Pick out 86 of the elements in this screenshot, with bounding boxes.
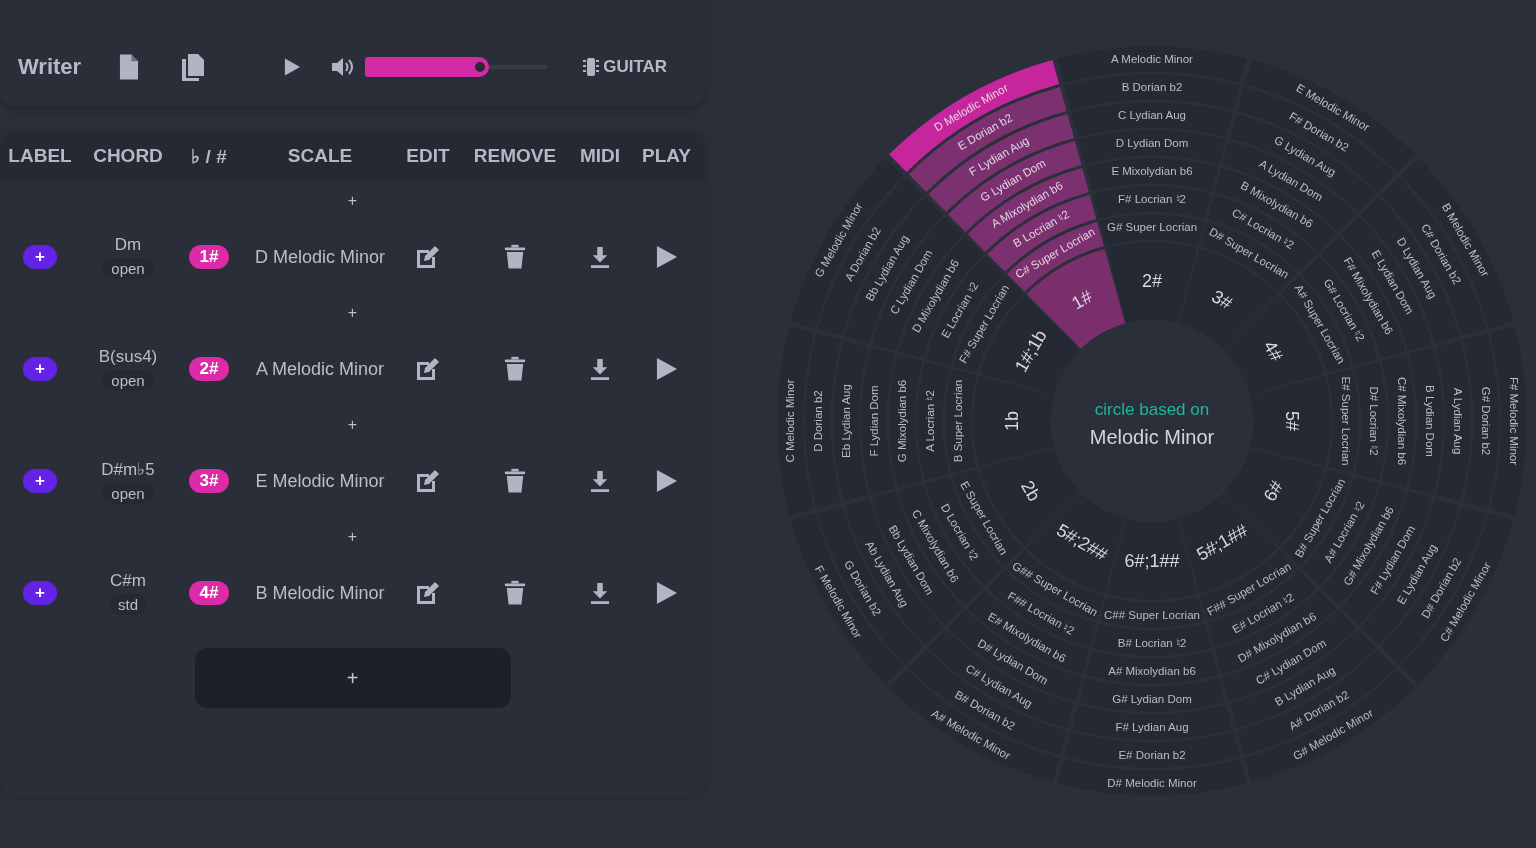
center-caption: circle based on — [1094, 400, 1210, 419]
insert-row-button[interactable]: + — [341, 192, 364, 210]
scale-name: A Melodic Minor — [255, 358, 385, 380]
mode-segment[interactable]: F# Lydian Aug — [1071, 705, 1233, 740]
column-header: SCALE — [287, 145, 353, 167]
voicing-tag: std — [109, 594, 147, 615]
copy-icon[interactable] — [181, 53, 206, 81]
trash-icon[interactable] — [504, 580, 526, 606]
center-title: Melodic Minor — [1089, 426, 1215, 448]
column-header: EDIT — [406, 145, 450, 167]
column-header: ♭ / # — [191, 144, 227, 168]
chord-name: Dm — [114, 235, 142, 255]
mode-segment[interactable]: G# Lydian Dom — [1078, 677, 1226, 712]
edit-icon[interactable] — [415, 468, 441, 494]
column-header: CHORD — [93, 145, 163, 167]
mode-segment[interactable]: C# Mixolydian b6 — [1381, 354, 1415, 488]
play-icon[interactable] — [655, 581, 678, 605]
mode-segment[interactable]: C Melodic Minor — [777, 326, 814, 516]
add-label-button[interactable]: + — [23, 581, 57, 605]
mode-segment[interactable]: A Lydian Aug — [1436, 340, 1471, 502]
accidentals-badge: 2# — [188, 357, 230, 381]
insert-row-button[interactable]: + — [341, 416, 364, 434]
add-row-button[interactable]: + — [194, 648, 511, 708]
mode-segment[interactable]: D# Locrian ♮2 — [1354, 361, 1387, 481]
insert-row-button[interactable]: + — [341, 528, 364, 546]
volume-icon[interactable] — [331, 56, 354, 78]
mode-segment[interactable]: E# Super Locrian — [1327, 368, 1359, 474]
mode-segment[interactable]: B# Locrian ♮2 — [1092, 623, 1212, 656]
mode-segment[interactable]: B Dorian b2 — [1064, 74, 1240, 110]
insert-row-button[interactable]: + — [341, 304, 364, 322]
scale-name: E Melodic Minor — [255, 470, 385, 492]
chord-name: B(sus4) — [98, 347, 158, 367]
mode-segment[interactable]: A Locrian ♮2 — [917, 361, 950, 481]
download-icon[interactable] — [590, 469, 610, 493]
mode-segment[interactable]: F Lydian Dom — [861, 347, 896, 495]
accidentals-badge: 3# — [188, 469, 230, 493]
download-icon[interactable] — [590, 245, 610, 269]
chord-name: C#m — [110, 571, 146, 591]
trash-icon[interactable] — [504, 356, 526, 382]
play-icon[interactable] — [655, 469, 678, 493]
column-header: LABEL — [8, 145, 72, 167]
mode-segment[interactable]: B Super Locrian — [945, 368, 977, 474]
edit-icon[interactable] — [415, 356, 441, 382]
mode-segment[interactable]: F# Melodic Minor — [1490, 326, 1527, 516]
mode-segment[interactable]: A Melodic Minor — [1057, 46, 1247, 83]
document-icon[interactable] — [119, 54, 140, 80]
instrument-label[interactable]: GUITAR — [603, 57, 668, 77]
column-header: MIDI — [579, 145, 621, 167]
guitar-headstock-icon — [583, 58, 600, 76]
mode-segment[interactable]: G# Super Locrian — [1099, 214, 1205, 246]
play-icon[interactable] — [283, 57, 302, 77]
accidentals-badge: 1# — [188, 245, 230, 269]
voicing-tag: open — [102, 370, 154, 391]
accidentals-badge: 4# — [188, 581, 230, 605]
voicing-tag: open — [102, 258, 154, 279]
add-label-button[interactable]: + — [23, 469, 57, 493]
mode-segment[interactable]: Eb Lydian Aug — [833, 340, 868, 502]
volume-slider[interactable] — [365, 57, 548, 77]
mode-segment[interactable]: D Dorian b2 — [805, 333, 841, 509]
edit-icon[interactable] — [415, 580, 441, 606]
edit-icon[interactable] — [415, 244, 441, 270]
mode-segment[interactable]: F# Locrian ♮2 — [1092, 186, 1212, 219]
scale-name: B Melodic Minor — [255, 582, 385, 604]
play-icon[interactable] — [655, 357, 678, 381]
scale-name: D Melodic Minor — [254, 246, 385, 268]
trash-icon[interactable] — [504, 244, 526, 270]
column-header: PLAY — [642, 145, 691, 167]
play-icon[interactable] — [655, 245, 678, 269]
mode-segment[interactable]: A# Mixolydian b6 — [1085, 650, 1219, 684]
trash-icon[interactable] — [504, 468, 526, 494]
add-label-button[interactable]: + — [23, 357, 57, 381]
download-icon[interactable] — [590, 581, 610, 605]
mode-segment[interactable]: E Mixolydian b6 — [1085, 158, 1219, 192]
add-label-button[interactable]: + — [23, 245, 57, 269]
app-title: Writer — [18, 54, 82, 80]
mode-segment[interactable]: C Lydian Aug — [1071, 102, 1233, 137]
mode-segment[interactable]: D Lydian Dom — [1078, 130, 1226, 165]
column-header: REMOVE — [473, 145, 557, 167]
mode-segment[interactable]: B Lydian Dom — [1408, 347, 1443, 495]
mode-segment[interactable]: G# Dorian b2 — [1463, 333, 1499, 509]
download-icon[interactable] — [590, 357, 610, 381]
voicing-tag: open — [102, 482, 154, 504]
mode-segment[interactable]: E# Dorian b2 — [1064, 732, 1240, 768]
chord-name: D#m♭5 — [101, 458, 155, 480]
mode-segment[interactable]: D# Melodic Minor — [1057, 759, 1247, 796]
mode-segment[interactable]: G Mixolydian b6 — [889, 354, 923, 488]
